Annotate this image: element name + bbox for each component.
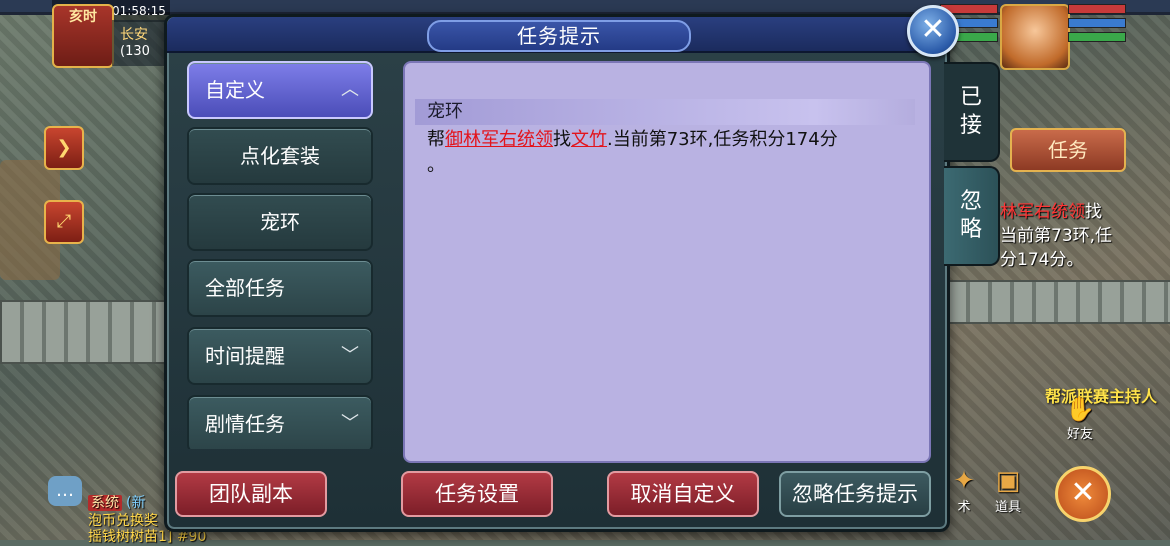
category-time-reminder[interactable]: 时间提醒 ﹀ [187, 327, 373, 385]
desc-prefix: 帮 [427, 129, 445, 150]
chat-tag-extra: (新 [126, 495, 146, 511]
quest-tracker-npc: 林军右统领 [1000, 202, 1085, 222]
category-list: 自定义 ︿ 点化套装 宠环 全部任务 时间提醒 ﹀ 剧情任务 ﹀ [187, 61, 377, 449]
category-label: 自定义 [205, 78, 265, 102]
quest-tracker[interactable]: 林军右统领找 当前第73环,任 分174分。 [1000, 200, 1140, 272]
fullscreen-icon[interactable]: ⤢ [44, 200, 84, 244]
dialog-title: 任务提示 [427, 20, 691, 52]
npc-link-commander[interactable]: 御林军右统领 [445, 129, 553, 150]
task-content-panel: 宠环 帮御林军右统领找文竹.当前第73环,任务积分174分。 [403, 61, 931, 463]
skills-label: 术 [957, 500, 971, 515]
category-label: 宠环 [260, 210, 300, 234]
quest-tracker-line2: 当前第73环,任 [1000, 226, 1113, 246]
friends-button[interactable]: ✋ 好友 [1058, 395, 1102, 442]
team-dungeon-button[interactable]: 团队副本 [175, 471, 327, 517]
task-tips-dialog: 任务提示 ✕ 自定义 ︿ 点化套装 宠环 全部任务 时间提醒 ﹀ 剧情任务 ﹀ … [164, 5, 959, 532]
tab-accepted[interactable]: 已接 [944, 62, 1000, 162]
close-menu-icon[interactable]: ✕ [1055, 466, 1111, 522]
items-button[interactable]: ▣ 道具 [984, 466, 1032, 520]
task-description: 帮御林军右统领找文竹.当前第73环,任务积分174分。 [427, 127, 907, 179]
chest-icon: ▣ [995, 466, 1021, 496]
quest-tracker-line3: 分174分。 [1000, 250, 1084, 270]
chevron-down-icon: ﹀ [341, 413, 359, 434]
category-pet-ring[interactable]: 宠环 [187, 193, 373, 251]
ignore-task-tips-button[interactable]: 忽略任务提示 [779, 471, 931, 517]
quest-tracker-find: 找 [1085, 202, 1102, 222]
chat-system-tag: 系统 [88, 495, 122, 511]
location-panel[interactable]: 长安 (130 [112, 20, 172, 66]
category-label: 点化套装 [240, 144, 320, 168]
task-section-header: 宠环 [415, 99, 915, 125]
stone-wall-right [946, 280, 1170, 324]
chat-line-1: 系统 (新 [88, 492, 145, 512]
items-label: 道具 [994, 500, 1021, 515]
category-all-tasks[interactable]: 全部任务 [187, 259, 373, 317]
close-icon[interactable]: ✕ [907, 5, 959, 57]
category-label: 时间提醒 [205, 344, 285, 368]
npc-link-wenzhu[interactable]: 文竹 [571, 129, 607, 150]
tab-ignored[interactable]: 忽略 [944, 166, 1000, 266]
task-settings-button[interactable]: 任务设置 [401, 471, 553, 517]
location-name: 长安 [120, 27, 148, 43]
category-story-tasks[interactable]: 剧情任务 ﹀ [187, 395, 373, 449]
task-button[interactable]: 任务 [1010, 128, 1126, 172]
dialog-titlebar: 任务提示 [167, 17, 947, 53]
chat-bubble-icon[interactable]: … [48, 476, 82, 506]
friends-label: 好友 [1066, 427, 1093, 442]
category-label: 剧情任务 [205, 412, 285, 436]
chevron-up-icon: ︿ [341, 79, 359, 100]
handshake-icon: ✋ [1065, 395, 1095, 423]
location-coords: (130 [120, 44, 150, 59]
category-label: 全部任务 [205, 276, 285, 300]
chevron-down-icon: ﹀ [341, 345, 359, 366]
player-portrait[interactable] [1000, 4, 1070, 70]
player-status-bars [1068, 4, 1126, 46]
stone-wall-left [0, 300, 174, 364]
cancel-custom-button[interactable]: 取消自定义 [607, 471, 759, 517]
desc-suffix: .当前第73环,任务积分174分 [607, 129, 838, 150]
time-period-badge[interactable]: 亥时 [52, 4, 114, 68]
category-dianhua-set[interactable]: 点化套装 [187, 127, 373, 185]
desc-end: 。 [427, 155, 445, 176]
expand-arrow-icon[interactable]: ❯ [44, 126, 84, 170]
desc-mid: 找 [553, 129, 571, 150]
category-custom[interactable]: 自定义 ︿ [187, 61, 373, 119]
